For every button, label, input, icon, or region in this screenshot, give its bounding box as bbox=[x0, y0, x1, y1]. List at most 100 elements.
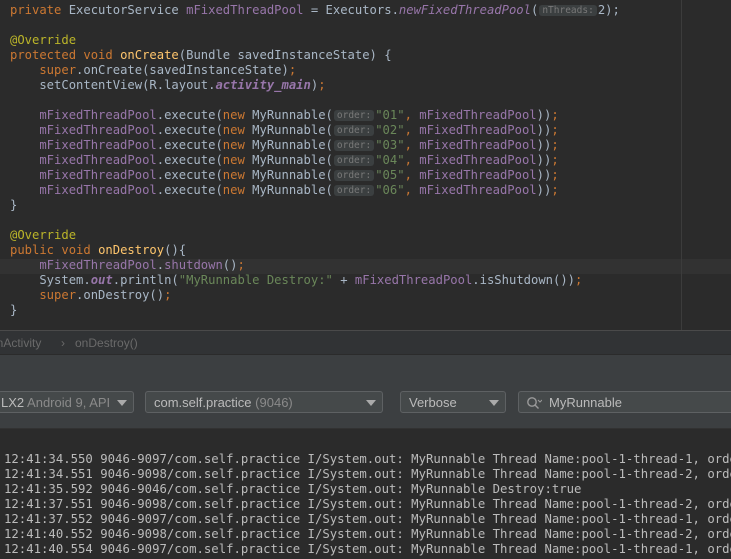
logcat-search-field[interactable]: MyRunnable bbox=[518, 391, 731, 413]
breadcrumb-method[interactable]: onDestroy() bbox=[75, 336, 138, 350]
code-token: .execute( bbox=[156, 108, 223, 122]
log-line[interactable]: 12:41:37.551 9046-9098/com.self.practice… bbox=[4, 497, 731, 512]
code-token: shutdown bbox=[164, 258, 223, 272]
code-line[interactable]: mFixedThreadPool.execute(new MyRunnable(… bbox=[10, 123, 559, 138]
code-token: new bbox=[222, 183, 253, 197]
logcat-header-bar bbox=[0, 354, 731, 383]
code-line[interactable]: } bbox=[10, 198, 17, 213]
device-selector[interactable]: LX2 Android 9, API bbox=[0, 391, 134, 413]
code-line[interactable]: super.onDestroy(); bbox=[10, 288, 171, 303]
code-token: ; bbox=[551, 153, 559, 167]
code-token: onCreate bbox=[120, 48, 179, 62]
code-token: activity_main bbox=[215, 78, 311, 92]
code-token: + bbox=[332, 273, 355, 287]
code-token: new bbox=[222, 108, 253, 122]
code-line[interactable]: protected void onCreate(Bundle savedInst… bbox=[10, 48, 392, 63]
code-token: .onCreate(savedInstanceState) bbox=[76, 63, 289, 77]
code-token: )) bbox=[536, 153, 552, 167]
code-token: protected void bbox=[10, 48, 121, 62]
code-token: "02" bbox=[375, 123, 405, 137]
code-token: mFixedThreadPool bbox=[186, 3, 304, 17]
log-line[interactable]: 12:41:34.550 9046-9097/com.self.practice… bbox=[4, 452, 731, 467]
code-token: ; bbox=[575, 273, 583, 287]
code-token: super bbox=[10, 288, 77, 302]
breadcrumb-separator: › bbox=[61, 336, 65, 350]
code-token: @Override bbox=[10, 33, 77, 47]
log-line[interactable]: 12:41:34.551 9046-9098/com.self.practice… bbox=[4, 467, 731, 482]
chevron-down-icon bbox=[366, 400, 376, 406]
breadcrumb-class[interactable]: inActivity bbox=[0, 336, 41, 350]
code-line[interactable]: super.onCreate(savedInstanceState); bbox=[10, 63, 296, 78]
code-token: ; bbox=[551, 138, 559, 152]
code-token: , bbox=[404, 153, 420, 167]
code-line[interactable]: private ExecutorService mFixedThreadPool… bbox=[10, 3, 620, 18]
code-line[interactable]: mFixedThreadPool.execute(new MyRunnable(… bbox=[10, 153, 559, 168]
chevron-down-icon bbox=[489, 400, 499, 406]
code-token: .execute( bbox=[156, 168, 223, 182]
code-token: mFixedThreadPool bbox=[10, 168, 157, 182]
code-token: ; bbox=[237, 258, 245, 272]
code-token: )) bbox=[536, 168, 552, 182]
code-token: new bbox=[222, 138, 253, 152]
code-token: (){ bbox=[164, 243, 187, 257]
code-line[interactable]: setContentView(R.layout.activity_main); bbox=[10, 78, 325, 93]
code-token: )) bbox=[536, 108, 552, 122]
code-token: = Executors. bbox=[303, 3, 399, 17]
process-name: com.self.practice bbox=[154, 395, 252, 410]
log-line[interactable]: 12:41:37.552 9046-9097/com.self.practice… bbox=[4, 512, 731, 527]
code-editor[interactable]: private ExecutorService mFixedThreadPool… bbox=[0, 0, 731, 330]
log-line[interactable]: 12:41:40.554 9046-9097/com.self.practice… bbox=[4, 542, 731, 557]
code-token: , bbox=[404, 183, 420, 197]
code-line[interactable]: mFixedThreadPool.execute(new MyRunnable(… bbox=[10, 108, 558, 123]
code-token: private bbox=[10, 3, 69, 17]
parameter-hint: nThreads: bbox=[539, 5, 597, 16]
code-line[interactable]: @Override bbox=[10, 33, 76, 48]
code-line[interactable]: System.out.println("MyRunnable Destroy:"… bbox=[10, 273, 582, 288]
code-token: mFixedThreadPool bbox=[10, 108, 157, 122]
code-token: ; bbox=[551, 183, 559, 197]
code-line[interactable]: public void onDestroy(){ bbox=[10, 243, 186, 258]
code-line[interactable]: mFixedThreadPool.execute(new MyRunnable(… bbox=[10, 183, 559, 198]
code-token: MyRunnable( bbox=[252, 123, 333, 137]
parameter-hint: order: bbox=[333, 170, 375, 181]
code-token: ; bbox=[551, 168, 559, 182]
code-token: "06" bbox=[375, 183, 405, 197]
code-token: , bbox=[404, 108, 420, 122]
process-selector[interactable]: com.self.practice (9046) bbox=[145, 391, 383, 413]
code-token: mFixedThreadPool bbox=[10, 153, 157, 167]
log-line[interactable]: 12:41:40.552 9046-9098/com.self.practice… bbox=[4, 527, 731, 542]
code-token: onDestroy bbox=[98, 243, 165, 257]
code-token: "05" bbox=[375, 168, 405, 182]
code-token: mFixedThreadPool bbox=[354, 273, 473, 287]
code-line[interactable]: } bbox=[10, 303, 17, 318]
code-token: ); bbox=[605, 3, 620, 17]
code-token: () bbox=[222, 258, 238, 272]
code-token: mFixedThreadPool bbox=[419, 183, 537, 197]
parameter-hint: order: bbox=[333, 125, 375, 136]
code-token: } bbox=[10, 303, 18, 317]
code-token: ( bbox=[530, 3, 539, 17]
log-level-selector[interactable]: Verbose bbox=[400, 391, 506, 413]
code-token: MyRunnable( bbox=[252, 108, 333, 122]
logcat-output[interactable]: 12:41:34.550 9046-9097/com.self.practice… bbox=[0, 429, 731, 559]
code-token: mFixedThreadPool bbox=[419, 138, 537, 152]
code-token: "03" bbox=[375, 138, 405, 152]
search-input[interactable]: MyRunnable bbox=[549, 392, 622, 414]
code-token: ; bbox=[551, 123, 559, 137]
code-token: mFixedThreadPool bbox=[419, 123, 537, 137]
parameter-hint: order: bbox=[333, 185, 375, 196]
code-token: super bbox=[10, 63, 77, 77]
code-token: )) bbox=[536, 123, 552, 137]
code-token: (Bundle savedInstanceState) { bbox=[178, 48, 392, 62]
code-token: } bbox=[10, 198, 18, 212]
code-token: System. bbox=[10, 273, 91, 287]
log-line[interactable]: 12:41:35.592 9046-9046/com.self.practice… bbox=[4, 482, 581, 497]
code-token: .execute( bbox=[156, 183, 223, 197]
code-token: .execute( bbox=[156, 138, 223, 152]
code-line[interactable]: mFixedThreadPool.execute(new MyRunnable(… bbox=[10, 168, 559, 183]
code-token: new bbox=[222, 153, 253, 167]
code-line[interactable]: mFixedThreadPool.execute(new MyRunnable(… bbox=[10, 138, 559, 153]
code-line[interactable]: mFixedThreadPool.shutdown(); bbox=[10, 258, 245, 273]
code-token: .execute( bbox=[156, 153, 223, 167]
code-line[interactable]: @Override bbox=[10, 228, 76, 243]
